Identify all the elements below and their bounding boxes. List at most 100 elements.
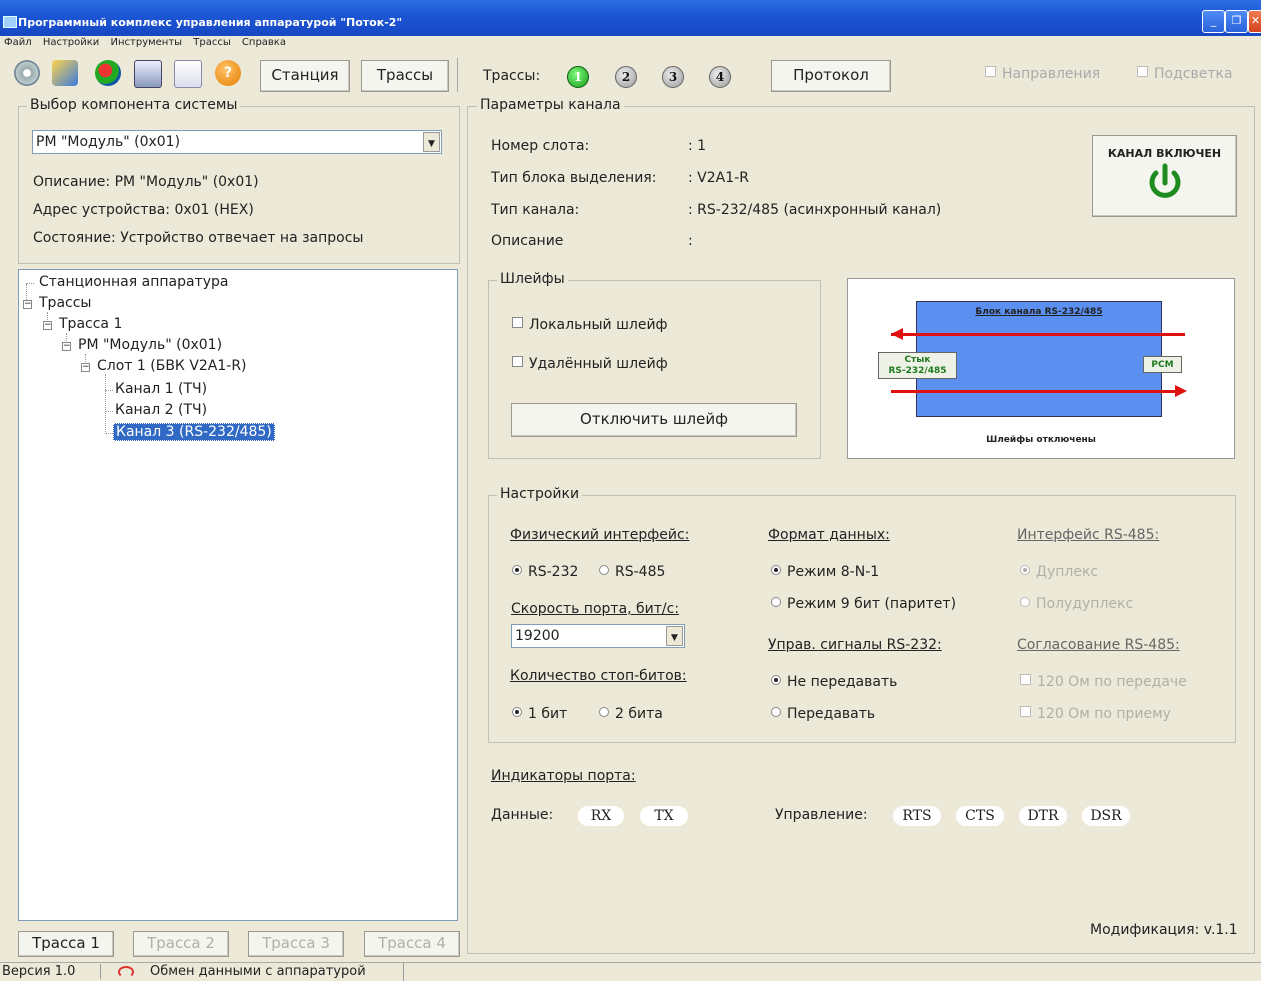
status-bar: Версия 1.0 Обмен данными с аппаратурой (0, 962, 1261, 981)
maximize-button[interactable]: ❐ (1225, 10, 1248, 33)
tree-item-track1[interactable]: Трасса 1 (59, 316, 122, 332)
chart-icon[interactable] (95, 60, 121, 86)
tree-item-module[interactable]: РМ "Модуль" (0x01) (78, 337, 222, 353)
track-4-indicator[interactable]: 4 (709, 66, 731, 88)
tree-item-tracks[interactable]: Трассы (39, 295, 91, 311)
rx-120-checkbox[interactable]: 120 Ом по приему (1020, 706, 1171, 722)
disable-loop-button[interactable]: Отключить шлейф (511, 403, 797, 437)
channel-power-label: КАНАЛ ВКЛЮЧЕН (1107, 147, 1222, 160)
tab-track-1[interactable]: Трасса 1 (18, 931, 114, 957)
window-title: Программный комплекс управления аппарату… (18, 16, 403, 29)
menu-tools[interactable]: Инструменты (111, 37, 183, 48)
collapse-icon[interactable]: − (81, 363, 90, 372)
port-indicators-title: Индикаторы порта: (491, 768, 636, 784)
power-icon (1149, 163, 1180, 198)
rx-indicator: RX (578, 806, 624, 826)
pcm-box: PCM (1143, 356, 1182, 373)
directions-checkbox[interactable]: Направления (985, 66, 1100, 82)
highlight-checkbox[interactable]: Подсветка (1137, 66, 1233, 82)
stop-bits-label: Количество стоп-битов: (510, 668, 687, 684)
rs485-matching-label: Согласование RS-485: (1017, 637, 1180, 653)
no-send-radio[interactable]: Не передавать (771, 674, 897, 690)
collapse-icon[interactable]: − (23, 300, 32, 309)
channel-power-button[interactable]: КАНАЛ ВКЛЮЧЕН (1092, 135, 1237, 217)
tab-track-4[interactable]: Трасса 4 (364, 931, 460, 957)
menu-settings[interactable]: Настройки (43, 37, 99, 48)
menu-help[interactable]: Справка (242, 37, 286, 48)
tree-item-slot[interactable]: Слот 1 (БВК V2A1-R) (97, 358, 247, 374)
local-loop-checkbox[interactable]: Локальный шлейф (512, 317, 668, 333)
dropdown-arrow-icon[interactable]: ▼ (423, 132, 440, 152)
tree-item-station[interactable]: Станционная аппаратура (39, 274, 228, 290)
rs485-radio[interactable]: RS-485 (599, 564, 665, 580)
port-speed-select[interactable]: 19200 ▼ (511, 624, 685, 648)
tree-item-channel1[interactable]: Канал 1 (ТЧ) (115, 381, 207, 397)
settings-gear-icon[interactable] (14, 60, 40, 86)
loops-legend: Шлейфы (497, 271, 568, 287)
rs232-radio[interactable]: RS-232 (512, 564, 578, 580)
no-send-label: Не передавать (787, 674, 898, 690)
mode-8n1-label: Режим 8-N-1 (787, 564, 880, 580)
channel-type-value: : RS-232/485 (асинхронный канал) (688, 202, 942, 218)
close-button[interactable]: ✕ (1248, 10, 1261, 33)
component-select[interactable]: РМ "Модуль" (0x01) ▼ (32, 130, 442, 154)
send-radio[interactable]: Передавать (771, 706, 875, 722)
phys-interface-label: Физический интерфейс: (510, 527, 690, 543)
menu-bar: Файл Настройки Инструменты Трассы Справк… (0, 37, 290, 53)
modification-label: Модификация: v.1.1 (1090, 922, 1238, 938)
tab-track-2[interactable]: Трасса 2 (133, 931, 229, 957)
rs485-interface-label: Интерфейс RS-485: (1017, 527, 1160, 543)
track-2-indicator[interactable]: 2 (615, 66, 637, 88)
interface-box: Стык RS-232/485 (878, 352, 957, 379)
edit-notes-icon[interactable] (174, 60, 202, 88)
halfduplex-radio[interactable]: Полудуплекс (1020, 596, 1133, 612)
mode-8n1-radio[interactable]: Режим 8-N-1 (771, 564, 879, 580)
protocol-button[interactable]: Протокол (771, 60, 891, 92)
dtr-indicator: DTR (1019, 806, 1067, 826)
tree-item-channel2[interactable]: Канал 2 (ТЧ) (115, 402, 207, 418)
data-format-label: Формат данных: (768, 527, 890, 543)
remote-loop-checkbox[interactable]: Удалённый шлейф (512, 356, 668, 372)
tree-item-channel3-selected[interactable]: Канал 3 (RS-232/485) (113, 423, 275, 441)
track-1-indicator[interactable]: 1 (567, 66, 589, 88)
station-button[interactable]: Станция (260, 60, 350, 92)
minimize-button[interactable]: _ (1202, 10, 1225, 33)
stop-2-label: 2 бита (615, 706, 663, 722)
menu-file[interactable]: Файл (4, 37, 32, 48)
control-indicators-label: Управление: (775, 807, 868, 823)
stop-1-label: 1 бит (528, 706, 568, 722)
tracks-button[interactable]: Трассы (361, 60, 449, 92)
tx-120-label: 120 Ом по передаче (1037, 674, 1187, 690)
menu-tracks[interactable]: Трассы (193, 37, 230, 48)
component-address: Адрес устройства: 0x01 (HEX) (33, 202, 254, 218)
tab-track-3[interactable]: Трасса 3 (248, 931, 344, 957)
configure-icon[interactable] (52, 60, 78, 86)
channel-type-label: Тип канала: (491, 202, 580, 218)
monitor-icon[interactable] (134, 60, 162, 88)
interface-box-line1: Стык (904, 355, 931, 365)
collapse-icon[interactable]: − (62, 342, 71, 351)
loop-diagram: Блок канала RS-232/485 Стык RS-232/485 P… (847, 278, 1235, 459)
mode-9bit-radio[interactable]: Режим 9 бит (паритет) (771, 596, 956, 612)
system-tree[interactable]: Станционная аппаратура − Трассы − Трасса… (18, 269, 458, 921)
arrow-right-head (1175, 385, 1187, 397)
help-icon[interactable]: ? (215, 60, 241, 86)
slot-value: : 1 (688, 138, 707, 154)
status-divider (403, 963, 404, 981)
tx-120-checkbox[interactable]: 120 Ом по передаче (1020, 674, 1187, 690)
dropdown-arrow-icon[interactable]: ▼ (666, 626, 683, 646)
status-version: Версия 1.0 (0, 964, 101, 979)
stop-1-radio[interactable]: 1 бит (512, 706, 567, 722)
data-indicators-label: Данные: (491, 807, 554, 823)
exchange-icon (118, 966, 134, 978)
component-select-value: РМ "Модуль" (0x01) (36, 134, 181, 150)
collapse-icon[interactable]: − (43, 321, 52, 330)
tx-indicator: TX (640, 806, 688, 826)
duplex-radio[interactable]: Дуплекс (1020, 564, 1098, 580)
stop-2-radio[interactable]: 2 бита (599, 706, 663, 722)
component-state: Состояние: Устройство отвечает на запрос… (33, 230, 364, 246)
port-speed-label: Скорость порта, бит/с: (511, 601, 680, 617)
mode-9bit-label: Режим 9 бит (паритет) (787, 596, 957, 612)
track-3-indicator[interactable]: 3 (662, 66, 684, 88)
rs232-label: RS-232 (528, 564, 579, 580)
